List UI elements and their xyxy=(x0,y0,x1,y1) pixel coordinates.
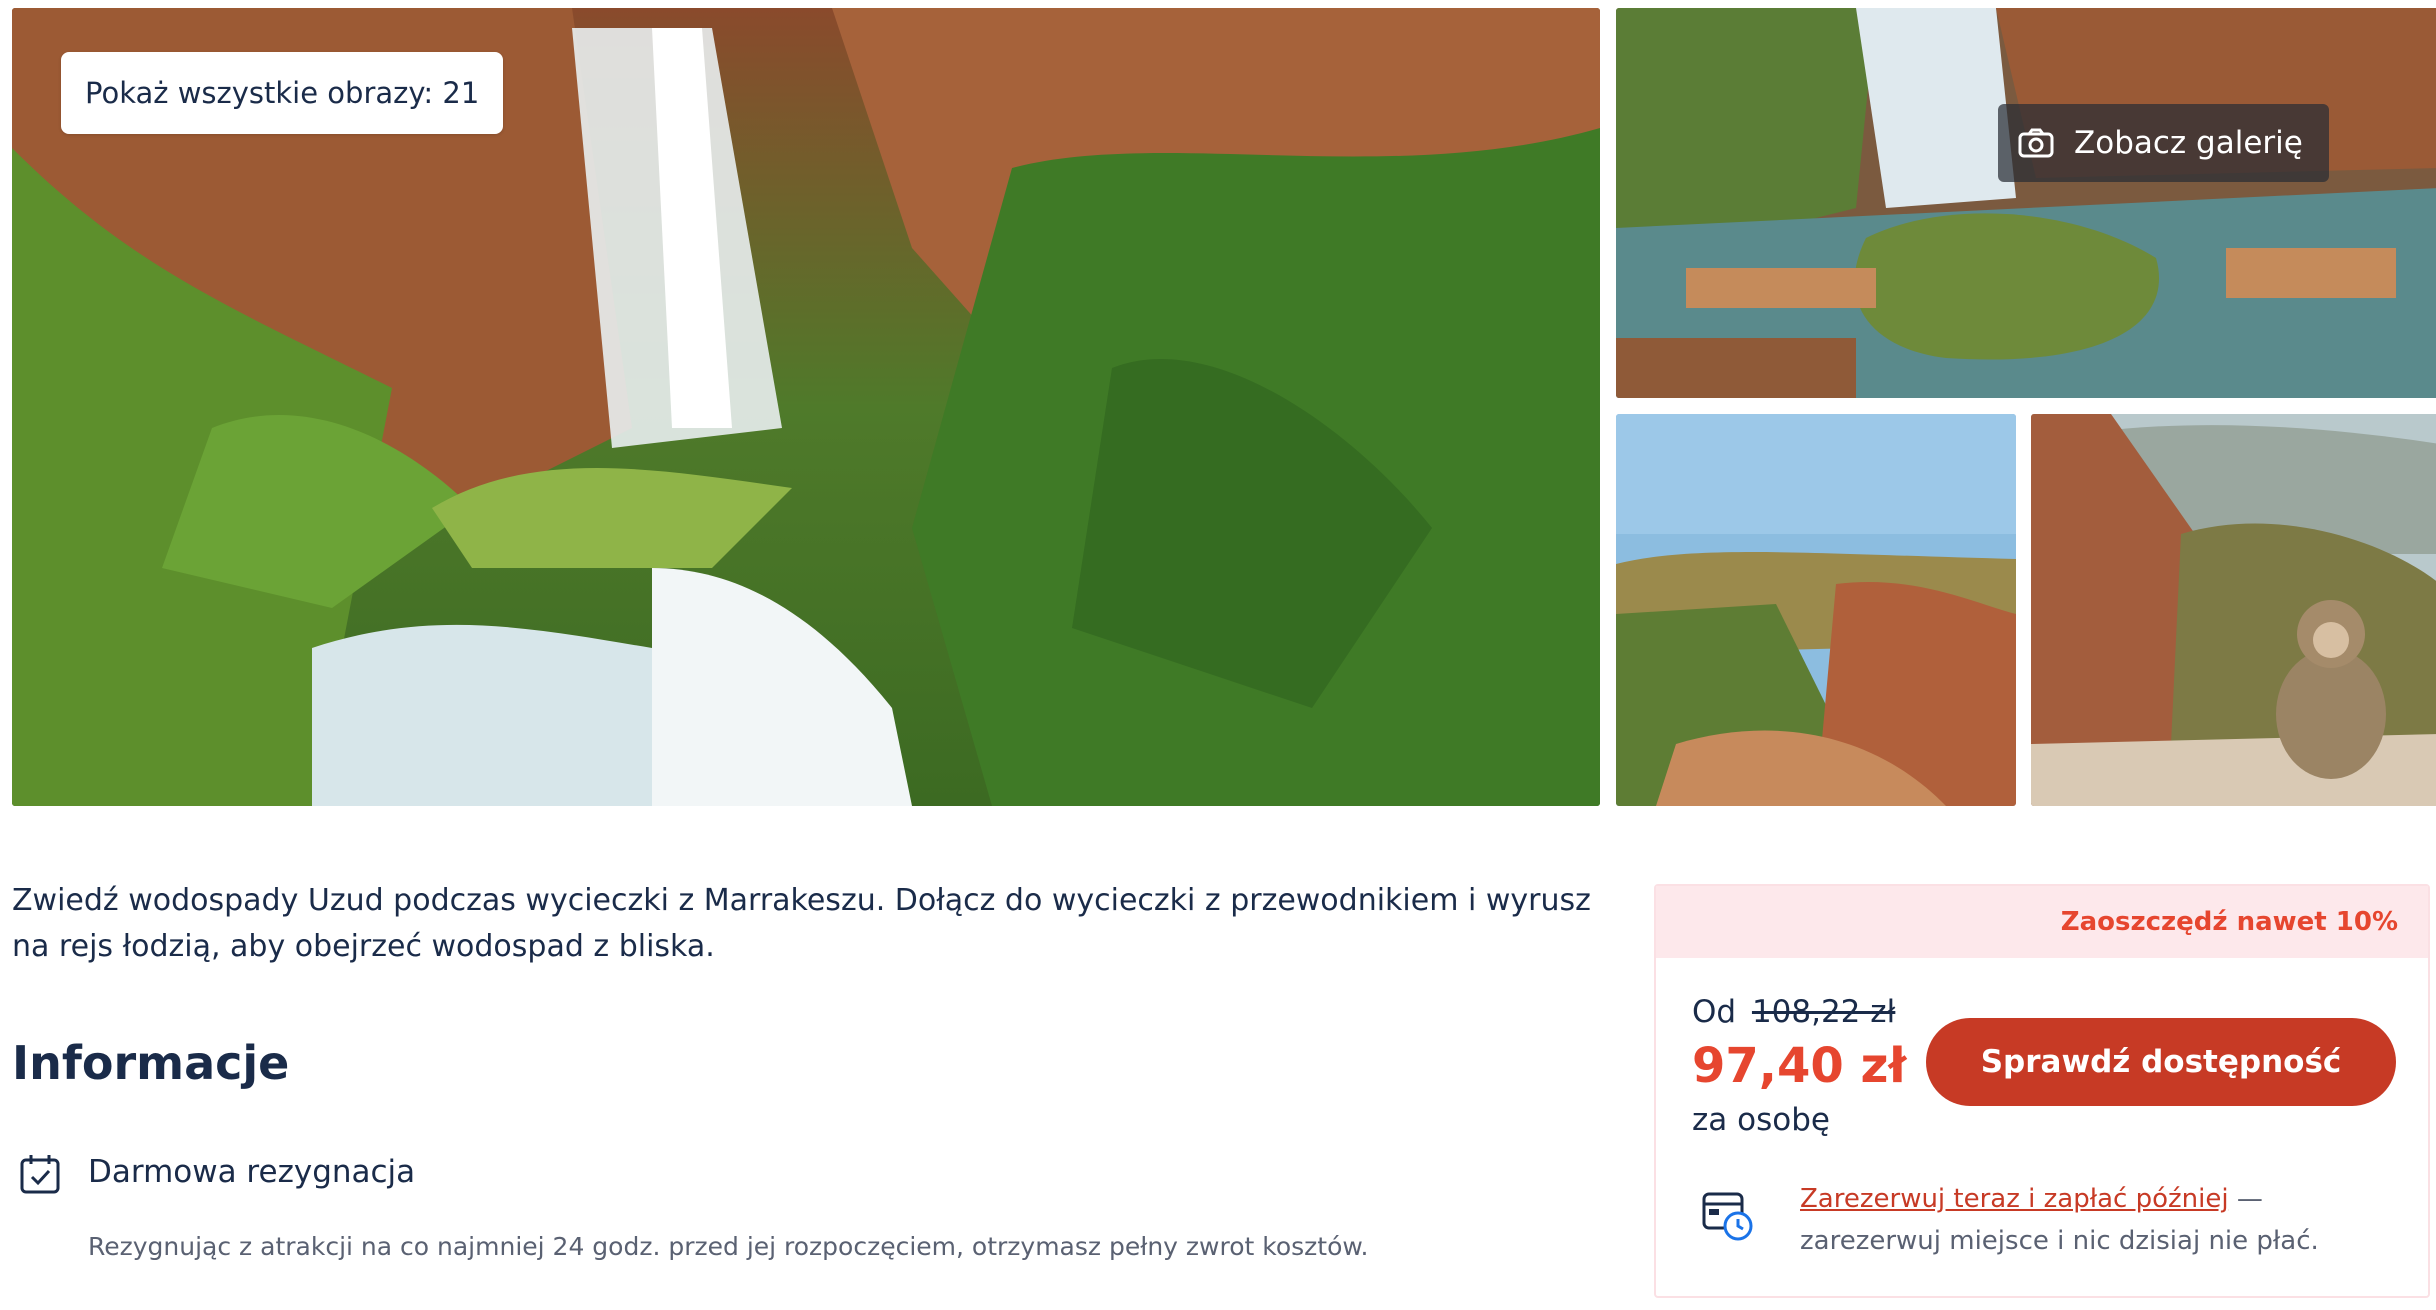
calendar-check-icon xyxy=(20,1155,60,1194)
info-section-title: Informacje xyxy=(12,1036,290,1090)
check-availability-label: Sprawdź dostępność xyxy=(1980,1044,2342,1080)
camera-icon xyxy=(2018,128,2054,158)
waterfall-boats-photo[interactable] xyxy=(1616,8,2436,398)
calendar-clock-icon xyxy=(1702,1192,1753,1241)
old-price: 108,22 zł xyxy=(1751,994,1896,1030)
promo-banner: Zaoszczędź nawet 10% xyxy=(1656,886,2428,958)
canyon-photo[interactable] xyxy=(1616,414,2016,806)
activity-description: Zwiedź wodospady Uzud podczas wycieczki … xyxy=(12,883,1591,964)
price-from-label: Od xyxy=(1692,994,1737,1030)
info-item-description: Rezygnując z atrakcji na co najmniej 24 … xyxy=(88,1232,1369,1261)
show-all-images-label: Pokaż wszystkie obrazy: 21 xyxy=(85,76,480,110)
price-unit: za osobę xyxy=(1692,1102,1830,1138)
reserve-now-pay-later: Zarezerwuj teraz i zapłać później — zare… xyxy=(1800,1178,2400,1262)
reserve-now-pay-later-link[interactable]: Zarezerwuj teraz i zapłać później xyxy=(1800,1184,2229,1214)
show-all-images-button[interactable]: Pokaż wszystkie obrazy: 21 xyxy=(61,52,504,134)
info-item-title: Darmowa rezygnacja xyxy=(88,1154,416,1190)
price-from: Od 108,22 zł xyxy=(1692,994,1895,1030)
current-price: 97,40 zł xyxy=(1692,1038,1907,1094)
booking-card: Zaoszczędź nawet 10% Od 108,22 zł 97,40 … xyxy=(1654,884,2430,1298)
check-availability-button[interactable]: Sprawdź dostępność xyxy=(1926,1018,2396,1106)
promo-text: Zaoszczędź nawet 10% xyxy=(2060,907,2398,937)
see-gallery-button[interactable]: Zobacz galerię xyxy=(1998,104,2329,182)
monkey-photo[interactable] xyxy=(2031,414,2436,806)
see-gallery-label: Zobacz galerię xyxy=(2074,125,2303,161)
photo-gallery: Pokaż wszystkie obrazy: 21 Zobacz galeri… xyxy=(12,8,2436,808)
